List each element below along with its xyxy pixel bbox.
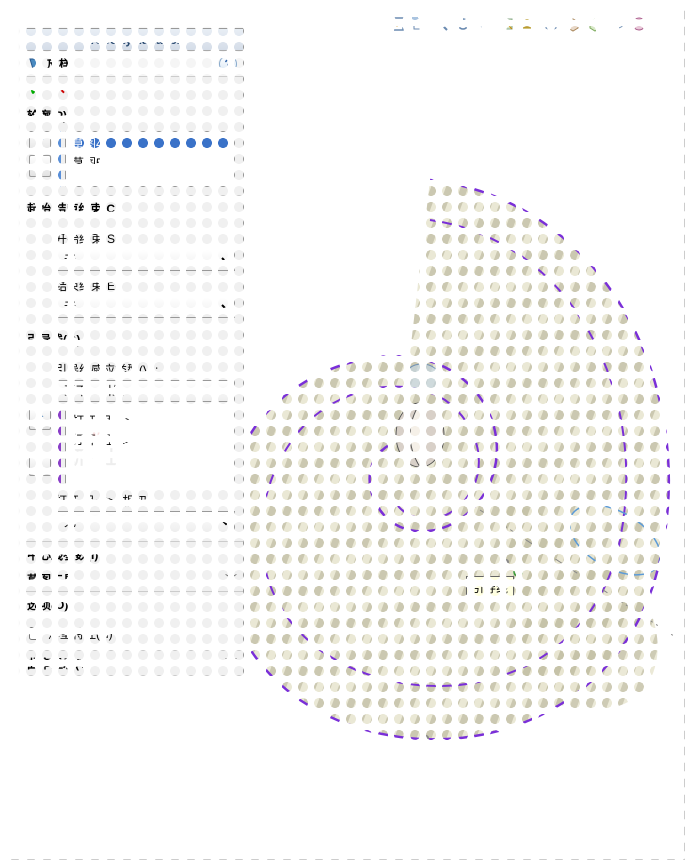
guide-type-select[interactable]: 到下一引线: [55, 380, 235, 402]
section-header-guides[interactable]: 引导线(G) ︿: [21, 327, 243, 351]
chevron-down-icon: ﹀: [225, 657, 237, 669]
list-item[interactable]: 打开 组<2>: [68, 430, 232, 449]
list-item[interactable]: 草图5: [68, 153, 232, 172]
thin-feature-checkbox[interactable]: [29, 627, 42, 640]
chevron-up-icon: ︿: [225, 333, 237, 345]
section-constraints: 起始/结束约束(C) ︿ 开始约束(S): 无 结束约束(E): 无: [21, 196, 243, 327]
panel-header: PropertyManager: [21, 29, 243, 51]
section-thin: 薄壁特征(H): [21, 617, 243, 651]
section-profiles: 轮廓(P) ︿ ⇧ ⇩ 草图4 草图5: [21, 103, 243, 196]
color-indicator: [55, 131, 61, 187]
ok-button[interactable]: ✓: [29, 80, 42, 100]
section-sketch-tools: 草图工具 ﹀: [21, 567, 243, 592]
section-centerline: 中心线参数(I) ﹀: [21, 542, 243, 567]
end-constraint-select[interactable]: 无: [55, 296, 235, 318]
section-guides: 引导线(G) ︿ 引导线感应类型(V): 到下一引线 ⇧ ⇩ 打开 组<1> 打…: [21, 327, 243, 542]
thin-feature-checkbox-row[interactable]: 薄壁特征(H): [29, 623, 235, 644]
move-up-button[interactable]: ⇧: [29, 408, 51, 430]
start-constraint-select[interactable]: 无: [55, 249, 235, 271]
panel-title: PropertyManager: [83, 33, 182, 47]
chevron-up-icon: ︿: [225, 202, 237, 214]
tangent-select[interactable]: 无: [55, 511, 235, 533]
confirm-row: ✓ ✕: [21, 77, 243, 103]
thin-feature-label: 薄壁特征(H): [48, 625, 113, 642]
color-indicator: [55, 408, 61, 486]
profiles-listbox[interactable]: 草图4 草图5: [65, 131, 235, 187]
guides-listbox[interactable]: 打开 组<1> 打开 组<2>: [65, 408, 235, 486]
zoom-window-icon[interactable]: [409, 14, 429, 34]
loft-icon: [27, 56, 43, 72]
box3-icon[interactable]: [585, 14, 605, 34]
hide-show-icon[interactable]: [607, 14, 627, 34]
property-manager-panel: PropertyManager 放样 ? ✓ ✕ 轮廓(P) ︿ ⇧ ⇩ 草图4…: [20, 28, 244, 677]
help-button[interactable]: ?: [219, 55, 237, 73]
guide-type-label: 引导线感应类型(V):: [29, 361, 235, 378]
move-down-button[interactable]: ⇩: [29, 155, 51, 177]
section-header-constraints[interactable]: 起始/结束约束(C) ︿: [21, 196, 243, 220]
section-header-centerline[interactable]: 中心线参数(I) ﹀: [21, 542, 243, 566]
section-options: 选项(O) ﹀: [21, 592, 243, 617]
zoom-icon[interactable]: [431, 14, 451, 34]
section-header-curvature[interactable]: 曲率显示(Y) ﹀: [21, 651, 243, 675]
start-constraint-label: 开始约束(S):: [29, 230, 235, 247]
cancel-button[interactable]: ✕: [54, 81, 66, 98]
pin-button[interactable]: [221, 31, 239, 49]
section-curvature: 曲率显示(Y) ﹀: [21, 651, 243, 676]
box1-icon[interactable]: [541, 14, 561, 34]
view-toolbar: [387, 14, 649, 34]
list-item[interactable]: 草图4: [68, 134, 232, 153]
chevron-down-icon: ﹀: [225, 573, 237, 585]
chevron-down-icon: ﹀: [225, 598, 237, 610]
tooltip: 引导线: [466, 576, 514, 599]
end-constraint-label: 结束约束(E):: [29, 277, 235, 294]
display-style-icon[interactable]: [519, 14, 539, 34]
section-header-sketch-tools[interactable]: 草图工具 ﹀: [21, 567, 243, 591]
box2-icon[interactable]: [563, 14, 583, 34]
feature-title: 放样: [47, 55, 219, 72]
pan-icon[interactable]: [475, 14, 495, 34]
section-icon[interactable]: [497, 14, 517, 34]
list-item[interactable]: 打开 组<1>: [68, 411, 232, 430]
section-header-profiles[interactable]: 轮廓(P) ︿: [21, 103, 243, 127]
zoom-fit-icon[interactable]: [387, 14, 407, 34]
rotate-icon[interactable]: [453, 14, 473, 34]
tangent-label: 打开 组<2> -相切: [29, 492, 235, 509]
section-header-options[interactable]: 选项(O) ﹀: [21, 592, 243, 616]
move-up-button[interactable]: ⇧: [29, 131, 51, 153]
chevron-up-icon: ︿: [225, 109, 237, 121]
move-down-button[interactable]: ⇩: [29, 454, 51, 476]
chevron-down-icon: ﹀: [225, 548, 237, 560]
feature-header: 放样 ?: [21, 51, 243, 77]
appearance-icon[interactable]: [629, 14, 649, 34]
